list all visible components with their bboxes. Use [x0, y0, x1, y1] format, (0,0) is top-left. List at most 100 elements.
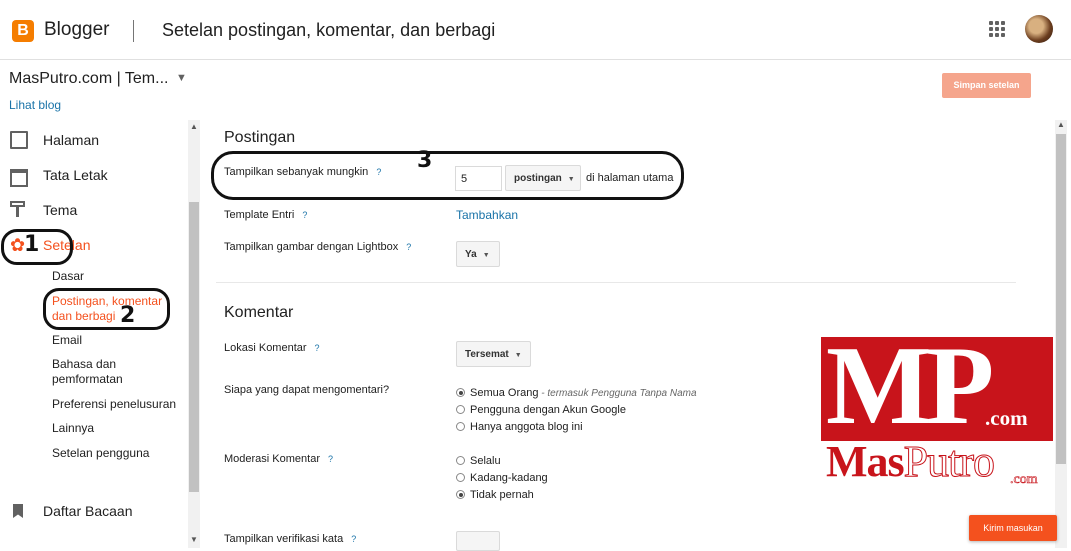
- radio-label: Kadang-kadang: [470, 472, 548, 484]
- main-scrollbar[interactable]: ▲: [1055, 120, 1067, 548]
- radio-hint: - termasuk Pengguna Tanpa Nama: [538, 388, 697, 399]
- help-icon[interactable]: ?: [406, 242, 411, 252]
- app-name[interactable]: Blogger: [44, 19, 110, 41]
- help-icon[interactable]: ?: [351, 534, 356, 544]
- scroll-up-icon[interactable]: ▲: [1057, 120, 1065, 129]
- radio-selected-icon: [456, 490, 465, 499]
- watermark-name-bold: Mas: [826, 437, 905, 486]
- annotation-number-1: 1: [24, 232, 40, 257]
- show-posts-label: Tampilkan sebanyak mungkin?: [224, 166, 381, 178]
- radio-icon: [456, 473, 465, 482]
- subnav-bahasa[interactable]: Bahasa dan pemformatan: [52, 357, 152, 387]
- add-template-link[interactable]: Tambahkan: [456, 208, 518, 222]
- caret-down-icon: ▼: [482, 252, 490, 259]
- radio-icon: [456, 456, 465, 465]
- radio-label: Hanya anggota blog ini: [470, 421, 583, 433]
- template-label: Template Entri?: [224, 209, 307, 221]
- help-icon[interactable]: ?: [315, 343, 320, 353]
- sidebar-item-halaman[interactable]: Halaman: [0, 129, 186, 153]
- sidebar-scrollbar[interactable]: ▲ ▼: [188, 120, 200, 548]
- avatar[interactable]: [1025, 15, 1053, 43]
- lightbox-select[interactable]: Ya ▼: [456, 241, 500, 267]
- page-icon: [10, 131, 28, 149]
- watermark-name: MasPutro: [826, 437, 996, 486]
- help-icon[interactable]: ?: [328, 454, 333, 464]
- subnav-lainnya[interactable]: Lainnya: [52, 421, 182, 436]
- caret-down-icon: ▼: [567, 176, 575, 183]
- subnav-preferensi[interactable]: Preferensi penelusuran: [52, 397, 182, 412]
- watermark-name-outline: Putro: [903, 437, 995, 486]
- radio-kadang[interactable]: Kadang-kadang: [456, 472, 548, 484]
- watermark-com-small: .com: [1010, 472, 1038, 488]
- word-verification-text: Tampilkan verifikasi kata: [224, 533, 344, 545]
- radio-label: Pengguna dengan Akun Google: [470, 404, 626, 416]
- page-title: Setelan postingan, komentar, dan berbagi: [162, 20, 496, 40]
- help-icon[interactable]: ?: [376, 167, 381, 177]
- post-unit-value: postingan: [514, 173, 562, 184]
- moderation-text: Moderasi Komentar: [224, 453, 320, 465]
- radio-blog-members[interactable]: Hanya anggota blog ini: [456, 421, 583, 433]
- scroll-down-icon[interactable]: ▼: [190, 535, 198, 544]
- blog-selector[interactable]: MasPutro.com | Tem...: [9, 70, 168, 88]
- radio-semua-orang[interactable]: Semua Orang - termasuk Pengguna Tanpa Na…: [456, 387, 697, 399]
- help-icon[interactable]: ?: [302, 210, 307, 220]
- sidebar-item-daftar-bacaan[interactable]: Daftar Bacaan: [0, 500, 186, 524]
- sidebar-item-label: Halaman: [43, 132, 100, 148]
- subnav-email[interactable]: Email: [52, 333, 182, 348]
- subnav-setelan-pengguna[interactable]: Setelan pengguna: [52, 446, 182, 461]
- post-count-input[interactable]: 5: [455, 166, 502, 191]
- scrollbar-thumb[interactable]: [189, 202, 199, 492]
- template-text: Template Entri: [224, 209, 295, 221]
- comment-location-label: Lokasi Komentar?: [224, 342, 320, 354]
- radio-icon: [456, 422, 465, 431]
- sidebar-item-tata-letak[interactable]: Tata Letak: [0, 164, 186, 188]
- sidebar-item-label: Daftar Bacaan: [43, 503, 133, 519]
- annotation-number-2: 2: [120, 303, 136, 328]
- section-divider: [216, 282, 1016, 283]
- moderation-label: Moderasi Komentar?: [224, 453, 333, 465]
- top-bar: B Blogger Setelan postingan, komentar, d…: [0, 0, 1071, 60]
- lightbox-text: Tampilkan gambar dengan Lightbox: [224, 241, 399, 253]
- caret-down-icon: ▼: [514, 352, 522, 359]
- lightbox-label: Tampilkan gambar dengan Lightbox?: [224, 241, 411, 253]
- radio-label: Semua Orang: [470, 387, 539, 399]
- lightbox-value: Ya: [465, 249, 477, 260]
- section-title-komentar: Komentar: [224, 304, 294, 321]
- sidebar-item-label: Tema: [43, 202, 78, 218]
- comment-location-select[interactable]: Tersemat ▼: [456, 341, 531, 367]
- radio-selected-icon: [456, 388, 465, 397]
- sidebar-item-tema[interactable]: Tema: [0, 199, 186, 223]
- caret-down-icon[interactable]: ▼: [176, 72, 187, 84]
- homepage-suffix: di halaman utama: [586, 172, 674, 184]
- show-posts-text: Tampilkan sebanyak mungkin: [224, 166, 369, 178]
- apps-grid-icon[interactable]: [989, 21, 1005, 37]
- post-unit-select[interactable]: postingan ▼: [505, 165, 581, 191]
- view-blog-link[interactable]: Lihat blog: [9, 98, 61, 112]
- word-verification-select[interactable]: [456, 531, 500, 551]
- layout-icon: [10, 169, 28, 187]
- word-verification-label: Tampilkan verifikasi kata?: [224, 533, 356, 545]
- paint-roller-icon: [10, 201, 28, 219]
- watermark-com: .com: [985, 406, 1028, 430]
- section-title-postingan: Postingan: [224, 129, 296, 146]
- annotation-number-3: 3: [417, 148, 433, 173]
- watermark-mp: MP: [826, 324, 994, 448]
- radio-label: Selalu: [470, 455, 501, 467]
- radio-selalu[interactable]: Selalu: [456, 455, 501, 467]
- who-can-comment-label: Siapa yang dapat mengomentari?: [224, 384, 390, 396]
- scroll-up-icon[interactable]: ▲: [190, 122, 198, 131]
- comment-location-value: Tersemat: [465, 349, 509, 360]
- radio-tidak-pernah[interactable]: Tidak pernah: [456, 489, 534, 501]
- header-divider: [133, 20, 134, 42]
- subnav-dasar[interactable]: Dasar: [52, 269, 182, 284]
- radio-icon: [456, 405, 465, 414]
- send-feedback-button[interactable]: Kirim masukan: [969, 515, 1057, 541]
- scrollbar-thumb[interactable]: [1056, 134, 1066, 464]
- bookmark-icon: [13, 504, 23, 518]
- save-settings-button[interactable]: Simpan setelan: [942, 73, 1031, 98]
- annotation-oval-2: [43, 288, 170, 330]
- radio-google-users[interactable]: Pengguna dengan Akun Google: [456, 404, 626, 416]
- sidebar-item-label: Tata Letak: [43, 167, 108, 183]
- comment-location-text: Lokasi Komentar: [224, 342, 307, 354]
- blogger-logo-icon[interactable]: B: [12, 20, 34, 42]
